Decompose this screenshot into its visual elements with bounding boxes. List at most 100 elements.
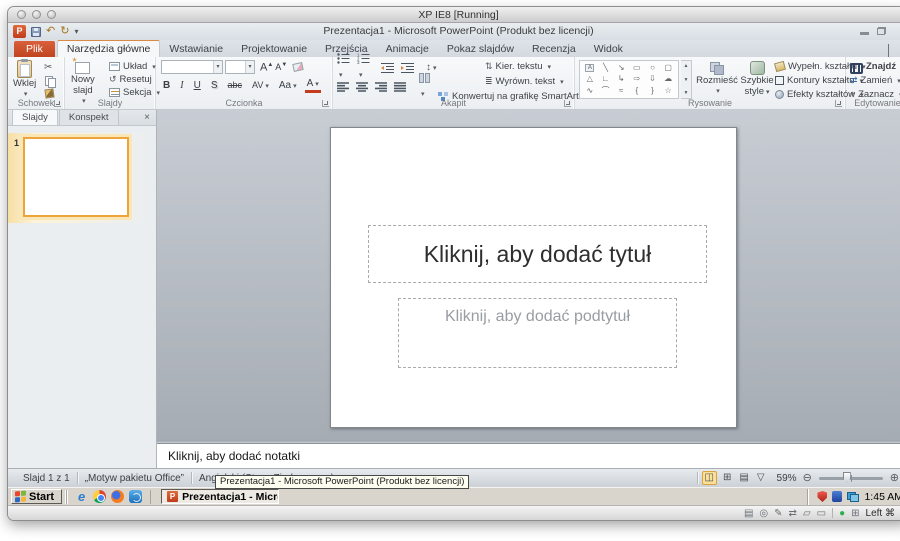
qat-customize-icon[interactable]: ▾	[74, 27, 78, 36]
network-adapters-icon[interactable]: ⇄	[789, 508, 797, 519]
shape-elbow-connector[interactable]: ∟	[602, 74, 610, 84]
arrange-button[interactable]: Rozmieść	[696, 60, 738, 97]
drawing-dialog-launcher[interactable]	[835, 100, 842, 107]
zoom-level[interactable]: 59%	[771, 473, 799, 484]
tab-recenzja[interactable]: Recenzja	[523, 41, 585, 57]
font-color-button[interactable]: A	[305, 79, 321, 93]
shape-down-arrow[interactable]: ⇩	[649, 74, 656, 84]
align-text-button[interactable]: ≣ Wyrówn. tekst	[485, 75, 564, 88]
decrease-font-button[interactable]: A▼	[275, 60, 287, 73]
gallery-more-icon[interactable]: ▼	[684, 90, 689, 96]
shape-textbox[interactable]: A	[585, 64, 594, 72]
subtitle-placeholder[interactable]: Kliknij, aby dodać podtytuł	[398, 298, 677, 368]
shape-left-brace[interactable]: {	[635, 86, 638, 96]
shape-rounded-rectangle[interactable]: ▢	[664, 63, 672, 73]
columns-button[interactable]	[419, 73, 430, 101]
taskbar-task-button[interactable]: P Prezentacja1 - Micros...	[161, 489, 279, 504]
internet-explorer-icon[interactable]: e	[75, 490, 88, 503]
blue-browser-icon[interactable]	[129, 490, 142, 503]
mac-minimize-button[interactable]	[32, 10, 41, 19]
tab-wstawianie[interactable]: Wstawianie	[160, 41, 232, 57]
status-slide-info[interactable]: Slajd 1 z 1	[16, 473, 77, 484]
title-placeholder[interactable]: Kliknij, aby dodać tytuł	[368, 225, 707, 283]
undo-icon[interactable]: ↶	[46, 26, 55, 37]
bold-button[interactable]: B	[161, 79, 172, 92]
align-right-button[interactable]	[375, 82, 387, 92]
increase-font-button[interactable]: A▲	[260, 60, 273, 74]
security-shield-icon[interactable]	[817, 491, 827, 502]
tab-pokaz-slajdow[interactable]: Pokaz slajdów	[438, 41, 523, 57]
powerpoint-app-icon[interactable]: P	[13, 25, 26, 38]
bullets-button[interactable]	[337, 53, 350, 82]
tab-projektowanie[interactable]: Projektowanie	[232, 41, 316, 57]
slide-thumbnail-row[interactable]: 1	[8, 133, 156, 223]
find-button[interactable]: Znajdź	[850, 60, 896, 73]
slideshow-view-button[interactable]: ▽	[755, 472, 767, 484]
change-case-button[interactable]: Aa	[277, 79, 299, 93]
mac-zoom-button[interactable]	[47, 10, 56, 19]
replace-button[interactable]: ⇄ Zamień	[850, 74, 900, 87]
clear-formatting-icon[interactable]	[293, 62, 304, 72]
network-icon[interactable]	[847, 492, 859, 502]
tray-app-icon[interactable]	[832, 491, 842, 502]
shape-rectangle[interactable]: ▭	[633, 63, 641, 73]
start-button[interactable]: Start	[11, 489, 62, 504]
shape-right-brace[interactable]: }	[651, 86, 654, 96]
shape-freeform[interactable]: ∿	[586, 86, 593, 96]
shape-cloud[interactable]: ☁	[664, 74, 672, 84]
tab-animacje[interactable]: Animacje	[377, 41, 438, 57]
zoom-slider-thumb[interactable]	[843, 472, 851, 483]
line-spacing-button[interactable]: ↕	[426, 63, 437, 73]
strikethrough-button[interactable]: abc	[225, 79, 244, 92]
paragraph-dialog-launcher[interactable]	[564, 100, 571, 107]
notes-pane[interactable]: Kliknij, aby dodać notatki	[157, 443, 900, 468]
tab-widok[interactable]: Widok	[585, 41, 632, 57]
text-shadow-button[interactable]: S	[209, 79, 220, 92]
zoom-slider[interactable]	[819, 477, 883, 480]
minimize-icon[interactable]	[860, 32, 869, 35]
shape-right-arrow[interactable]: ⇨	[633, 74, 640, 84]
decrease-indent-button[interactable]	[381, 62, 394, 73]
shared-folders-icon[interactable]: ▱	[803, 508, 811, 519]
zoom-out-icon[interactable]: ⊖	[803, 472, 812, 484]
normal-view-button[interactable]: ◫	[702, 471, 717, 485]
minimize-ribbon-icon[interactable]	[888, 45, 895, 52]
shape-line[interactable]: ╲	[603, 63, 608, 73]
slide-sorter-view-button[interactable]: ⊞	[721, 472, 733, 484]
tab-narzedzia-glowne[interactable]: Narzędzia główne	[57, 40, 160, 57]
clipboard-dialog-launcher[interactable]	[54, 100, 61, 107]
chrome-icon[interactable]	[93, 490, 106, 503]
underline-button[interactable]: U	[192, 79, 203, 92]
quick-styles-button[interactable]: Szybkie style	[738, 60, 776, 98]
numbering-button[interactable]: 123	[357, 53, 370, 82]
taskbar-clock[interactable]: 1:45 AM	[864, 491, 900, 503]
slide-thumbnail[interactable]	[23, 137, 129, 217]
display-icon[interactable]: ▭	[817, 508, 826, 519]
shape-curve[interactable]: ≈	[619, 86, 623, 96]
shape-triangle[interactable]: △	[587, 74, 593, 84]
scroll-down-icon[interactable]: ▼	[684, 77, 689, 83]
firefox-icon[interactable]	[111, 490, 124, 503]
vbox-globe-icon[interactable]: ●	[839, 508, 845, 519]
shape-arc[interactable]: ⌒	[601, 86, 609, 96]
copy-button[interactable]	[45, 74, 54, 87]
auto-resize-icon[interactable]: ⊞	[851, 508, 859, 519]
font-dialog-launcher[interactable]	[322, 100, 329, 107]
restore-icon[interactable]	[877, 27, 886, 35]
text-direction-button[interactable]: ⇅ Kier. tekstu	[485, 60, 551, 73]
chevron-down-icon[interactable]: ▾	[213, 61, 222, 73]
tablet-icon[interactable]: ✎	[774, 508, 782, 519]
increase-indent-button[interactable]	[401, 62, 414, 73]
reset-button[interactable]: ↺ Resetuj	[109, 73, 152, 86]
tab-konspekt[interactable]: Konspekt	[59, 109, 119, 125]
zoom-in-icon[interactable]: ⊕	[890, 472, 899, 484]
mac-close-button[interactable]	[17, 10, 26, 19]
chevron-down-icon[interactable]: ▾	[245, 61, 254, 73]
shape-star[interactable]: ☆	[665, 86, 672, 96]
shape-ellipse[interactable]: ○	[650, 63, 655, 73]
font-size-combo[interactable]: ▾	[225, 60, 255, 74]
scroll-up-icon[interactable]: ▲	[684, 63, 689, 69]
shape-elbow-arrow-connector[interactable]: ↳	[618, 74, 625, 84]
align-center-button[interactable]	[356, 82, 368, 92]
close-pane-icon[interactable]: ×	[144, 111, 150, 125]
